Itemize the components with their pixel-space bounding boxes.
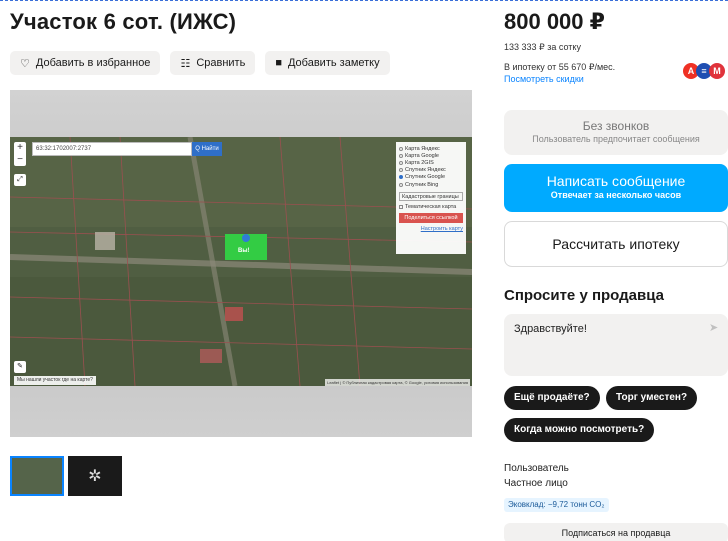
eco-badge: Эковклад: −9,72 тонн CO₂ [504, 498, 609, 512]
note-icon: ■ [275, 57, 282, 69]
share-link-button[interactable]: Поделиться ссылкой [399, 213, 463, 224]
bank-logos: А ≡ М [683, 63, 725, 79]
top-link-underline [0, 0, 728, 2]
question-chip[interactable]: Торг уместен? [606, 386, 698, 410]
layer-option-label: Карта Яндекс [405, 145, 440, 152]
gallery-thumbnails: ✲ [10, 456, 122, 496]
zoom-out-button[interactable]: − [14, 154, 26, 166]
layer-option[interactable]: Спутник Bing [399, 181, 463, 188]
layer-option-label: Карта Google [405, 152, 439, 159]
map-zoom-controls: + − [14, 142, 26, 166]
no-calls-subtitle: Пользователь предпочитает сообщения [532, 134, 700, 144]
layer-option-label: Спутник Яндекс [405, 167, 446, 174]
layer-option-label: Спутник Bing [405, 181, 439, 188]
layer-option-label: Спутник Google [405, 174, 445, 181]
compare-label: Сравнить [196, 57, 246, 69]
subscribe-seller-button[interactable]: Подписаться на продавца [504, 523, 728, 541]
compare-icon: ☷ [180, 57, 191, 70]
mortgage-offer: В ипотеку от 55 670 ₽/мес. [504, 62, 616, 72]
checkbox-icon [399, 205, 403, 210]
map-search-bar: 63:32:1702007:2737 Q Найти [32, 142, 222, 156]
seller-name[interactable]: Пользователь [504, 463, 569, 474]
map-screenshot: + − ⤢ 63:32:1702007:2737 Q Найти Карта Я… [10, 137, 472, 386]
question-chip[interactable]: Когда можно посмотреть? [504, 418, 655, 442]
message-box[interactable]: Здравствуйте! ➤ [504, 314, 728, 376]
cadastral-search-input[interactable]: 63:32:1702007:2737 [32, 142, 192, 156]
thematic-map-label: Тематическая карта [405, 204, 457, 211]
listing-actions: ♡ Добавить в избранное ☷ Сравнить ■ Доба… [10, 51, 390, 75]
pencil-icon[interactable]: ✎ [14, 361, 26, 373]
write-message-subtitle: Отвечает за несколько часов [550, 190, 682, 200]
write-message-title: Написать сообщение [546, 173, 686, 189]
radio-icon [399, 160, 403, 165]
layer-option[interactable]: Карта Google [399, 152, 463, 159]
calculate-mortgage-button[interactable]: Рассчитать ипотеку [504, 221, 728, 267]
radio-selected-icon [399, 175, 403, 180]
map-find-button[interactable]: Q Найти [192, 142, 222, 156]
map-tooltip: Мы нашли участок где на карте? [14, 376, 96, 385]
layer-option-selected[interactable]: Спутник Google [399, 174, 463, 181]
panorama-icon: ✲ [88, 468, 102, 485]
map-attribution: Leaflet | © Публичная кадастровая карта,… [325, 379, 470, 386]
add-note-button[interactable]: ■ Добавить заметку [265, 51, 390, 75]
add-note-label: Добавить заметку [287, 57, 380, 69]
radio-icon [399, 146, 403, 151]
layer-option[interactable]: Карта Яндекс [399, 145, 463, 152]
photo-gallery[interactable]: + − ⤢ 63:32:1702007:2737 Q Найти Карта Я… [10, 90, 472, 437]
no-calls-notice: Без звонков Пользователь предпочитает со… [504, 110, 728, 155]
setup-map-link[interactable]: Настроить карту [399, 226, 463, 232]
compare-button[interactable]: ☷ Сравнить [170, 51, 256, 75]
layer-option-label: Карта 2GIS [405, 159, 434, 166]
add-favorite-button[interactable]: ♡ Добавить в избранное [10, 51, 161, 75]
thumbnail-map[interactable] [10, 456, 64, 496]
listing-title: Участок 6 сот. (ИЖС) [10, 9, 237, 34]
ask-seller-heading: Спросите у продавца [504, 287, 664, 304]
question-chip[interactable]: Ещё продаёте? [504, 386, 600, 410]
radio-icon [399, 153, 403, 158]
radio-icon [399, 168, 403, 173]
radio-icon [399, 182, 403, 187]
price-per-sotka: 133 333 ₽ за сотку [504, 42, 581, 52]
plot-marker-label: Вы! [238, 248, 250, 254]
thumbnail-panorama[interactable]: ✲ [68, 456, 122, 496]
boundaries-select[interactable]: Кадастровые границы [399, 192, 463, 202]
mkb-bank-icon: М [709, 63, 725, 79]
fullscreen-icon[interactable]: ⤢ [14, 174, 26, 186]
add-favorite-label: Добавить в избранное [35, 57, 151, 69]
layer-option[interactable]: Спутник Яндекс [399, 167, 463, 174]
map-layers-panel: Карта Яндекс Карта Google Карта 2GIS Спу… [396, 142, 466, 254]
listing-price: 800 000 ₽ [504, 9, 605, 34]
layer-option[interactable]: Карта 2GIS [399, 159, 463, 166]
thematic-map-checkbox[interactable]: Тематическая карта [399, 204, 463, 210]
send-icon[interactable]: ➤ [709, 321, 718, 334]
write-message-button[interactable]: Написать сообщение Отвечает за несколько… [504, 164, 728, 212]
heart-icon: ♡ [20, 57, 30, 70]
view-discounts-link[interactable]: Посмотреть скидки [504, 74, 584, 84]
zoom-in-button[interactable]: + [14, 142, 26, 154]
no-calls-title: Без звонков [582, 119, 650, 133]
seller-type: Частное лицо [504, 478, 568, 489]
message-input[interactable]: Здравствуйте! [514, 323, 587, 335]
